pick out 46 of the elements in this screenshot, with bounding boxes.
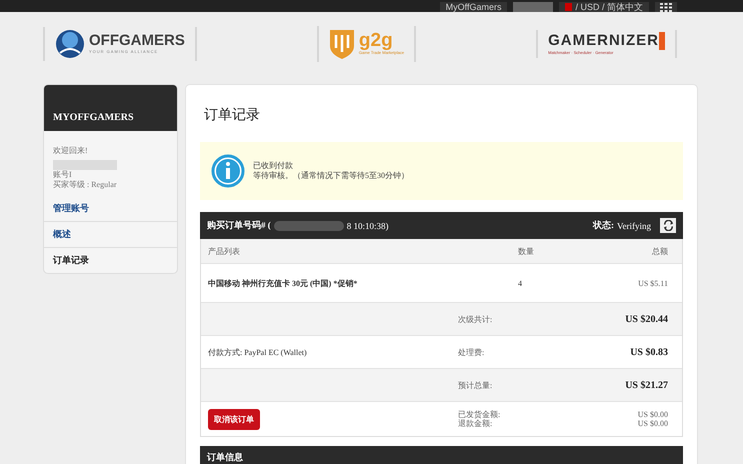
blurred-block [513, 2, 554, 12]
sidebar-item[interactable]: 订单记录 [44, 248, 177, 273]
column-header: 总额 [651, 246, 668, 256]
column-header: 产品列表 [208, 246, 241, 256]
grand-total-value: US $21.27 [624, 380, 668, 390]
page-title: 订单记录 [203, 106, 261, 125]
fee-value: US $0.83 [629, 346, 668, 358]
refunded-value: US $0.00 [638, 419, 668, 428]
shield-icon [328, 28, 355, 60]
payment-method: 付款方式: PayPal EC (Wallet) [208, 346, 308, 358]
order-status: Verifying [617, 220, 651, 230]
account-link[interactable]: MyOffGamers [440, 2, 508, 12]
notice-message: 等待审核。（通常情况下需等待5至30分钟） [253, 171, 409, 181]
delivered-value: US $0.00 [638, 410, 668, 419]
buyer-level: 买家等级 : Regular [53, 180, 118, 190]
refresh-icon [662, 220, 674, 231]
notice-title: 已收到付款 [253, 161, 294, 171]
cancel-order-button[interactable]: 取消该订单 [208, 408, 260, 430]
sidebar-title: MYOFFGAMERS [44, 85, 177, 131]
account-label: 账号I [53, 170, 73, 180]
grid-icon [660, 2, 672, 12]
delivered-label: 已发货金额: [458, 410, 502, 419]
status-label: 状态: [593, 219, 614, 232]
grid-menu-button[interactable] [655, 2, 677, 12]
locale-selector[interactable]: / USD / 简体中文 [559, 2, 649, 12]
product-name: 中国移动 神州行充值卡 30元 (中国) *促销* [208, 278, 358, 288]
globe-icon [55, 29, 85, 59]
welcome-text: 欢迎回来! [53, 145, 89, 156]
quantity-cell-text: 4 [517, 278, 523, 288]
section-title: 订单信息 [207, 452, 243, 462]
subtotal-value: US $20.44 [624, 314, 668, 324]
grand-total-label: 预计总量: [458, 380, 494, 390]
order-number-label: 购买订单号码# ( [207, 219, 271, 232]
blurred-block [53, 160, 117, 170]
order-date: 8 10:10:38) [346, 220, 388, 230]
sidebar-item[interactable]: 概述 [44, 222, 177, 248]
refunded-label: 退款金额: [458, 419, 494, 428]
flag-icon [565, 3, 572, 11]
subtotal-label: 次级共计: [458, 314, 494, 324]
fee-label: 处理费: [458, 346, 486, 358]
blurred-block [274, 220, 344, 230]
sidebar-item[interactable]: 管理账号 [44, 196, 177, 222]
column-header: 数量 [518, 246, 535, 256]
total-cell-text: US $5.11 [637, 278, 668, 288]
info-icon [211, 154, 245, 188]
refresh-button[interactable] [660, 218, 676, 233]
